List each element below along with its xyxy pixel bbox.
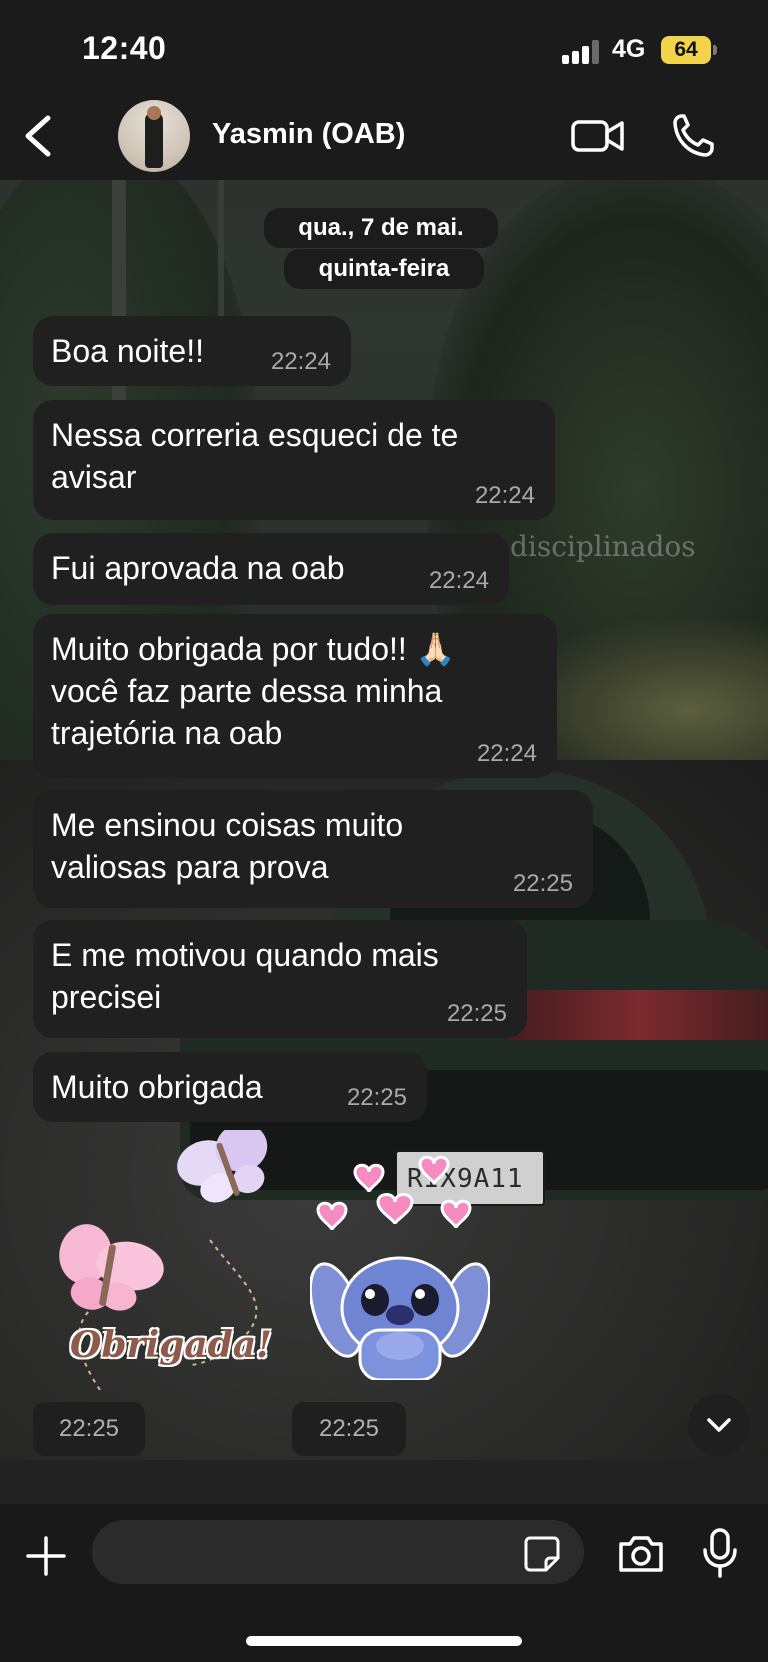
message-bubble[interactable]: Me ensinou coisas muito valiosas para pr… <box>33 790 593 908</box>
home-indicator <box>246 1636 522 1646</box>
status-bar: 12:40 4G 64 <box>0 0 768 92</box>
message-time: 22:25 <box>512 870 573 897</box>
message-time: 22:24 <box>270 348 331 375</box>
plus-icon <box>26 1536 66 1576</box>
contact-name[interactable]: Yasmin (OAB) <box>212 118 405 151</box>
battery-tip <box>713 45 717 55</box>
microphone-button[interactable] <box>700 1526 740 1580</box>
sticker-button[interactable] <box>522 1534 562 1574</box>
message-text: Fui aprovada na oab <box>51 550 345 586</box>
avatar-head <box>147 106 161 120</box>
date-divider: quinta-feira <box>284 249 484 289</box>
scroll-to-bottom-button[interactable] <box>688 1394 750 1456</box>
message-bubble[interactable]: Fui aprovada na oab 22:24 <box>33 533 509 605</box>
back-button[interactable] <box>14 110 64 162</box>
message-bubble[interactable]: Muito obrigada por tudo!! 🙏🏻 você faz pa… <box>33 614 557 778</box>
message-time: 22:24 <box>476 740 537 767</box>
video-camera-icon <box>571 120 624 152</box>
butterflies-obrigada-sticker[interactable]: Obrigada! <box>40 1123 280 1391</box>
message-bubble[interactable]: E me motivou quando mais precisei 22:25 <box>33 920 527 1038</box>
message-text: Muito obrigada por tudo!! 🙏🏻 você faz pa… <box>51 631 456 751</box>
sticker-time: 22:25 <box>292 1402 406 1456</box>
cellular-signal-icon <box>562 40 602 64</box>
message-time: 22:25 <box>346 1084 407 1111</box>
message-bubble[interactable]: Boa noite!! 22:24 <box>33 316 351 386</box>
date-divider: qua., 7 de mai. <box>264 208 498 248</box>
message-bubble[interactable]: Nessa correria esqueci de te avisar 22:2… <box>33 400 555 520</box>
chevron-down-icon <box>707 1418 731 1432</box>
voice-call-button[interactable] <box>670 110 718 160</box>
avatar-figure <box>145 112 163 168</box>
sticker-time: 22:25 <box>33 1402 145 1456</box>
sticker-icon <box>524 1536 560 1572</box>
message-text: Me ensinou coisas muito valiosas para pr… <box>51 807 404 885</box>
message-text: Nessa correria esqueci de te avisar <box>51 417 459 495</box>
message-time: 22:24 <box>428 567 489 594</box>
message-bubble[interactable]: Muito obrigada 22:25 <box>33 1052 427 1122</box>
message-input[interactable] <box>92 1520 584 1584</box>
chevron-left-icon <box>25 115 51 157</box>
message-time: 22:24 <box>474 482 535 509</box>
wallpaper-pole-thin <box>218 180 224 330</box>
attach-button[interactable] <box>22 1532 70 1580</box>
stitch-hearts-sticker[interactable] <box>308 1150 492 1382</box>
video-call-button[interactable] <box>570 114 626 158</box>
car-taillight <box>490 990 768 1040</box>
microphone-icon <box>703 1528 737 1578</box>
contact-avatar[interactable] <box>118 100 190 172</box>
camera-button[interactable] <box>616 1532 666 1576</box>
chat-header: Yasmin (OAB) <box>0 92 768 180</box>
wallpaper-watermark: disciplinados <box>510 530 696 563</box>
camera-icon <box>619 1536 663 1572</box>
phone-icon <box>673 114 714 157</box>
network-type: 4G <box>612 35 646 63</box>
status-time: 12:40 <box>82 30 167 66</box>
stitch-icon <box>308 1155 492 1382</box>
message-time: 22:25 <box>446 1000 507 1027</box>
message-text: E me motivou quando mais precisei <box>51 937 439 1015</box>
sticker-caption: Obrigada! <box>70 1324 272 1366</box>
message-composer <box>0 1504 768 1662</box>
battery-icon: 64 <box>661 36 711 64</box>
